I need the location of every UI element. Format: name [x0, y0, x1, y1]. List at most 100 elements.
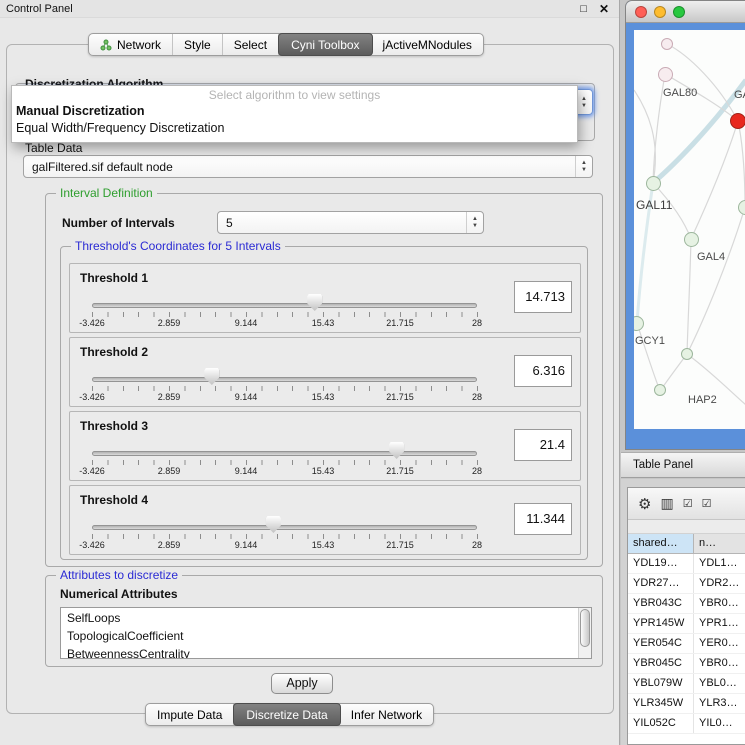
tick-label: 15.43: [312, 466, 335, 476]
slider-track[interactable]: [92, 451, 477, 456]
table-cell[interactable]: YBL0…: [694, 674, 745, 693]
network-node[interactable]: [661, 38, 673, 50]
table-cell[interactable]: YBR043C: [628, 594, 694, 613]
tick-label: -3.426: [79, 540, 105, 550]
dropdown-option-manual-discretization[interactable]: Manual Discretization: [12, 103, 577, 120]
table-spacer: [628, 520, 745, 534]
threshold-value-field[interactable]: 14.713: [514, 281, 572, 313]
zoom-traffic-light[interactable]: [673, 6, 685, 18]
table-cell[interactable]: YBR045C: [628, 654, 694, 673]
combo-arrows-icon[interactable]: ▲ ▼: [575, 156, 592, 177]
node-label: HAP2: [688, 394, 717, 406]
gear-icon[interactable]: ⚙: [638, 495, 651, 513]
tab-style[interactable]: Style: [173, 34, 223, 55]
threshold-value-field[interactable]: 21.4: [514, 429, 572, 461]
table-row[interactable]: YBL079WYBL0…: [628, 674, 745, 694]
tab-jactivemnodules[interactable]: jActiveMNodules: [372, 34, 483, 55]
tab-discretize-data[interactable]: Discretize Data: [233, 703, 340, 726]
control-panel: Control Panel □ ✕ Network Style Select C…: [0, 0, 620, 745]
table-row[interactable]: YLR345WYLR3…: [628, 694, 745, 714]
close-traffic-light[interactable]: [635, 6, 647, 18]
threshold-panel: Threshold 2 -3.4262.8599.14415.4321.7152…: [69, 337, 581, 407]
table-cell[interactable]: YBR0…: [694, 594, 745, 613]
select-visible-icon[interactable]: ☑: [702, 497, 712, 510]
arrow-down-icon: ▼: [581, 103, 587, 109]
columns-icon[interactable]: ▥: [660, 495, 673, 512]
slider-track[interactable]: [92, 377, 477, 382]
number-of-intervals-value: 5: [218, 212, 466, 233]
slider-track[interactable]: [92, 303, 477, 308]
select-all-icon[interactable]: ☑: [683, 497, 693, 510]
table-cell[interactable]: YDL19…: [628, 554, 694, 573]
threshold-label: Threshold 3: [80, 419, 148, 433]
node-label: GA: [734, 89, 745, 101]
table-cell[interactable]: YDL1…: [694, 554, 745, 573]
close-icon[interactable]: ✕: [599, 2, 609, 16]
tab-impute-data[interactable]: Impute Data: [146, 704, 234, 725]
arrow-down-icon: ▼: [472, 223, 478, 229]
dropdown-option-equal-width[interactable]: Equal Width/Frequency Discretization: [12, 120, 577, 137]
network-node[interactable]: [654, 384, 666, 396]
table-cell[interactable]: YPR145W: [628, 614, 694, 633]
slider-ticks: [92, 312, 478, 317]
table-row[interactable]: YER054CYER0…: [628, 634, 745, 654]
table-panel-titlebar[interactable]: Table Panel: [621, 452, 745, 478]
list-scrollbar[interactable]: [578, 608, 591, 658]
float-window-icon[interactable]: □: [580, 3, 587, 15]
table-cell[interactable]: YPR1…: [694, 614, 745, 633]
column-header-shared-name[interactable]: shared…: [628, 534, 694, 553]
tab-infer-network[interactable]: Infer Network: [340, 704, 433, 725]
table-cell[interactable]: YBL079W: [628, 674, 694, 693]
table-header-row: shared… n…: [628, 534, 745, 554]
selected-node[interactable]: [730, 113, 745, 129]
slider-thumb[interactable]: [307, 294, 322, 311]
tab-select[interactable]: Select: [223, 34, 279, 55]
attribute-list-item[interactable]: TopologicalCoefficient: [61, 627, 578, 645]
table-cell[interactable]: YDR27…: [628, 574, 694, 593]
network-window-titlebar[interactable]: [626, 1, 745, 23]
node-label: GAL11: [636, 198, 672, 212]
table-row[interactable]: YDL19…YDL1…: [628, 554, 745, 574]
network-canvas[interactable]: GAL80 GA GAL11 GAL4 GCY1 HAP2: [634, 30, 745, 429]
table-cell[interactable]: YIL0…: [694, 714, 745, 733]
table-row[interactable]: YIL052CYIL0…: [628, 714, 745, 734]
table-row[interactable]: YDR27…YDR2…: [628, 574, 745, 594]
table-row[interactable]: YBR045CYBR0…: [628, 654, 745, 674]
combo-arrows-icon[interactable]: ▲ ▼: [466, 212, 483, 233]
table-cell[interactable]: YLR345W: [628, 694, 694, 713]
network-node[interactable]: [646, 176, 661, 191]
arrow-up-icon: ▲: [472, 216, 478, 222]
table-cell[interactable]: YLR3…: [694, 694, 745, 713]
minimize-traffic-light[interactable]: [654, 6, 666, 18]
number-of-intervals-combobox[interactable]: 5 ▲ ▼: [217, 211, 484, 234]
slider-thumb[interactable]: [389, 442, 404, 459]
apply-button[interactable]: Apply: [271, 673, 333, 694]
threshold-value-field[interactable]: 6.316: [514, 355, 572, 387]
table-cell[interactable]: YDR2…: [694, 574, 745, 593]
attribute-list-item[interactable]: BetweennessCentrality: [61, 645, 578, 659]
table-row[interactable]: YBR043CYBR0…: [628, 594, 745, 614]
table-cell[interactable]: YIL052C: [628, 714, 694, 733]
threshold-value-field[interactable]: 11.344: [514, 503, 572, 535]
attribute-list-item[interactable]: SelfLoops: [61, 609, 578, 627]
slider-thumb[interactable]: [266, 516, 281, 533]
table-row[interactable]: YPR145WYPR1…: [628, 614, 745, 634]
table-data-combobox[interactable]: galFiltered.sif default node ▲ ▼: [23, 155, 593, 178]
thresholds-group: Threshold's Coordinates for 5 Intervals …: [60, 246, 588, 560]
tab-network[interactable]: Network: [89, 34, 173, 55]
slider-track[interactable]: [92, 525, 477, 530]
slider-thumb[interactable]: [204, 368, 219, 385]
table-cell[interactable]: YER054C: [628, 634, 694, 653]
network-window-frame: GAL80 GA GAL11 GAL4 GCY1 HAP2: [626, 23, 745, 449]
network-node[interactable]: [681, 348, 693, 360]
column-header-name[interactable]: n…: [694, 534, 745, 553]
scrollbar-thumb[interactable]: [580, 609, 590, 647]
tab-label: Impute Data: [157, 708, 222, 722]
tick-label: 9.144: [235, 466, 258, 476]
table-cell[interactable]: YER0…: [694, 634, 745, 653]
network-node[interactable]: [658, 67, 673, 82]
tab-cyni-toolbox[interactable]: Cyni Toolbox: [278, 33, 372, 56]
table-cell[interactable]: YBR0…: [694, 654, 745, 673]
tick-label: 21.715: [386, 540, 414, 550]
network-node[interactable]: [684, 232, 699, 247]
